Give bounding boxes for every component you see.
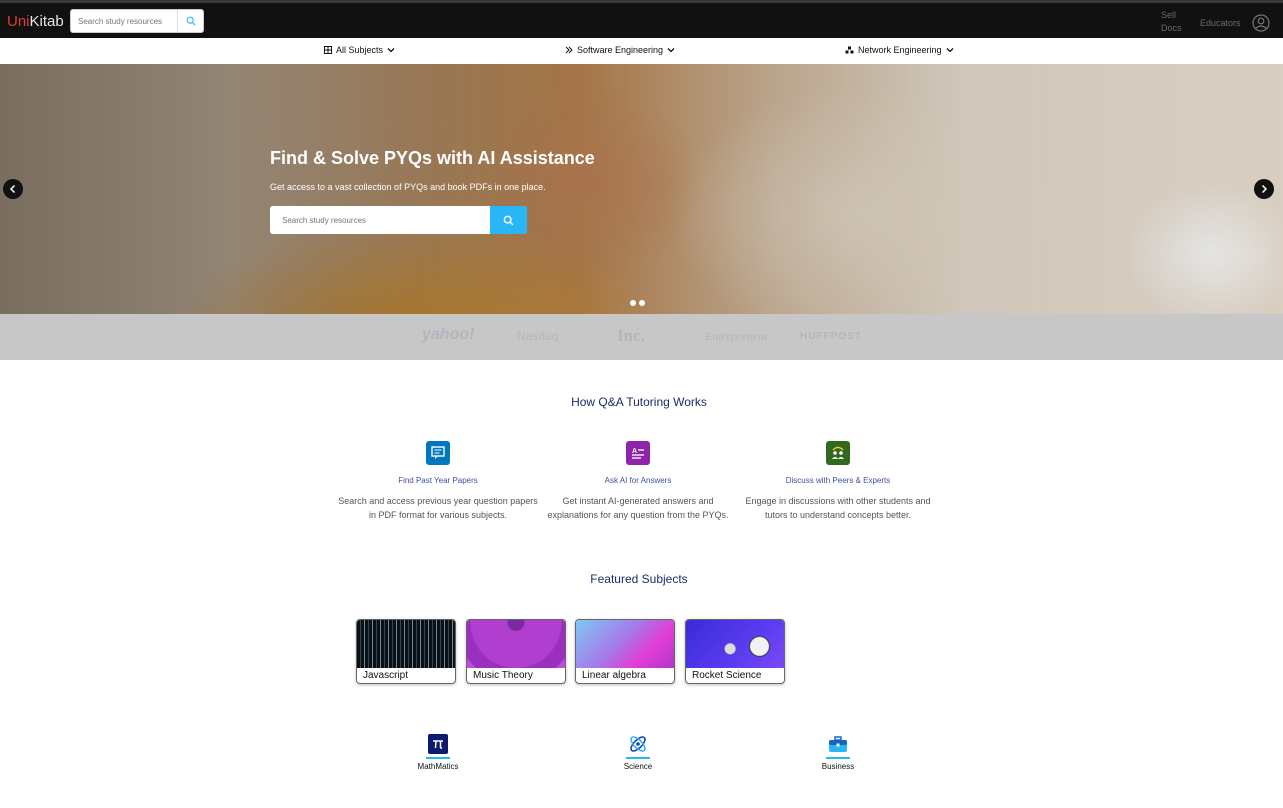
- card-label: Linear algebra: [582, 670, 646, 681]
- briefcase-icon: [828, 734, 848, 754]
- carousel-next-button[interactable]: [1254, 179, 1274, 199]
- subject-card-rocket-science[interactable]: Rocket Science: [685, 619, 785, 684]
- search-icon: [186, 16, 195, 26]
- category-software-engineering[interactable]: Software Engineering: [565, 45, 675, 55]
- chevron-down-icon: [946, 48, 954, 53]
- subject-card-linear-algebra[interactable]: Linear algebra: [575, 619, 675, 684]
- rocket-science-card-image: [686, 620, 784, 668]
- grid-icon: [324, 46, 332, 54]
- subject-business[interactable]: Business: [798, 734, 878, 771]
- javascript-card-image: [357, 620, 455, 668]
- card-label: Music Theory: [473, 670, 533, 681]
- step-desc-ai: Get instant AI-generated answers and exp…: [538, 494, 738, 522]
- step-desc-line: explanations for any question from the P…: [547, 510, 729, 520]
- chevron-left-icon: [9, 184, 16, 194]
- category-label: All Subjects: [336, 45, 384, 55]
- pi-icon: [428, 734, 448, 754]
- sell-line-1: Sell: [1161, 10, 1177, 20]
- header-search: [70, 9, 204, 33]
- subject-label: Science: [623, 762, 653, 771]
- inc-logo: Inc.: [617, 326, 645, 345]
- category-nav: All Subjects Software Engineering Networ…: [0, 38, 1283, 64]
- subject-science[interactable]: Science: [598, 734, 678, 771]
- step-desc-papers: Search and access previous year question…: [338, 494, 538, 522]
- subject-label: MathMatics: [417, 762, 459, 771]
- featured-subjects-title: Featured Subjects: [590, 572, 688, 586]
- linear-algebra-card-image: [576, 620, 674, 668]
- subject-mathematics[interactable]: MathMatics: [398, 734, 478, 771]
- hero-search-input[interactable]: [270, 206, 490, 234]
- step-title-discuss: Discuss with Peers & Experts: [785, 476, 891, 485]
- discussion-icon: [826, 441, 850, 465]
- step-title-ai: Ask AI for Answers: [604, 476, 672, 485]
- brand-first: Uni: [7, 13, 30, 30]
- entrepreneur-logo: Entrepreneur: [705, 329, 769, 343]
- category-label: Software Engineering: [577, 45, 664, 55]
- brand-logo[interactable]: UniKitab: [7, 13, 64, 30]
- chevron-down-icon: [387, 48, 395, 53]
- huffpost-logo: HUFFPOST: [800, 331, 862, 342]
- category-network-engineering[interactable]: Network Engineering: [845, 45, 954, 55]
- carousel-dot[interactable]: [630, 300, 636, 306]
- page: UniKitab Sell Docs Educators All Subject…: [0, 0, 1283, 808]
- subject-underline: [826, 757, 850, 759]
- chevron-down-icon: [667, 48, 675, 53]
- subject-card-music-theory[interactable]: Music Theory: [466, 619, 566, 684]
- nasdaq-logo: Nasdaq: [517, 329, 559, 343]
- carousel-prev-button[interactable]: [3, 179, 23, 199]
- step-desc-line: Get instant AI-generated answers and: [562, 496, 714, 506]
- header-search-button[interactable]: [177, 10, 203, 32]
- papers-icon: [426, 441, 450, 465]
- hero-search: [270, 206, 527, 234]
- user-account-icon[interactable]: [1252, 14, 1270, 32]
- sell-docs-link[interactable]: Sell Docs: [1161, 9, 1182, 35]
- hero-subtitle: Get access to a vast collection of PYQs …: [270, 182, 546, 192]
- chevron-right-icon: [1261, 184, 1268, 194]
- card-label: Javascript: [363, 670, 409, 681]
- svg-text:A: A: [632, 448, 637, 455]
- yahoo-logo: yahoo!: [422, 326, 475, 343]
- subject-label: Business: [821, 762, 855, 771]
- step-desc-discuss: Engage in discussions with other student…: [738, 494, 938, 522]
- subject-card-javascript[interactable]: Javascript: [356, 619, 456, 684]
- step-title-papers: Find Past Year Papers: [398, 476, 478, 485]
- search-icon: [503, 215, 514, 225]
- music-theory-card-image: [467, 620, 565, 668]
- card-label: Rocket Science: [692, 670, 762, 681]
- code-icon: [565, 46, 573, 54]
- step-desc-line: Engage in discussions with other student…: [745, 496, 931, 506]
- carousel-dot[interactable]: [639, 300, 645, 306]
- sell-line-2: Docs: [1161, 23, 1182, 33]
- step-desc-line: tutors to understand concepts better.: [764, 510, 912, 520]
- hero-carousel: Find & Solve PYQs with AI Assistance Get…: [0, 64, 1283, 314]
- step-desc-line: Search and access previous year question…: [338, 496, 538, 506]
- header-search-input[interactable]: [71, 10, 178, 32]
- subject-underline: [626, 757, 650, 759]
- carousel-indicators: [630, 300, 645, 306]
- educators-link[interactable]: Educators: [1200, 18, 1241, 28]
- hero-search-button[interactable]: [490, 206, 527, 234]
- category-label: Network Engineering: [858, 45, 942, 55]
- subject-underline: [426, 757, 450, 759]
- atom-icon: [628, 734, 648, 754]
- top-navbar: UniKitab Sell Docs Educators: [0, 0, 1283, 38]
- ai-answers-icon: A: [626, 441, 650, 465]
- brand-second: Kitab: [29, 13, 64, 30]
- network-icon: [845, 46, 854, 54]
- category-all-subjects[interactable]: All Subjects: [324, 45, 395, 55]
- step-desc-line: in PDF format for various subjects.: [368, 510, 508, 520]
- press-logos-strip: yahoo! Nasdaq Inc. Entrepreneur HUFFPOST: [0, 314, 1283, 360]
- hero-title: Find & Solve PYQs with AI Assistance: [270, 148, 595, 168]
- how-it-works-title: How Q&A Tutoring Works: [571, 395, 707, 409]
